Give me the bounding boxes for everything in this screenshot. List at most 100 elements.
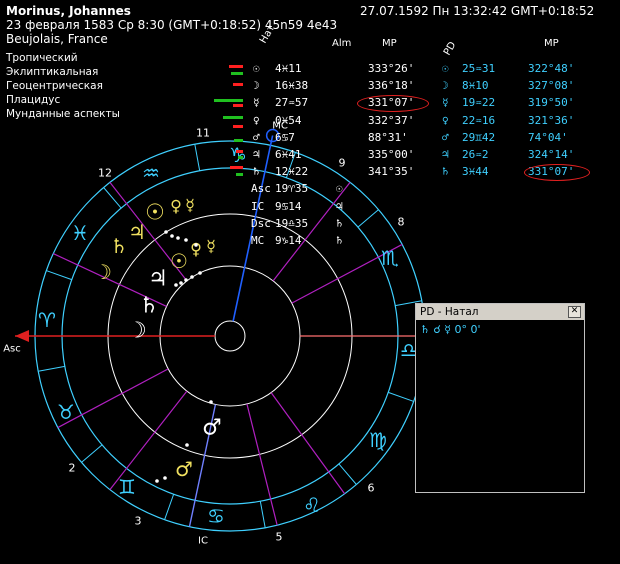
- row-position: 6♓41: [275, 148, 302, 161]
- row-position: 19♈35: [275, 182, 309, 196]
- row-pd-position: 8♓10: [462, 79, 489, 93]
- zodiac-division: [338, 463, 357, 485]
- row-mp-value: 336°18': [368, 79, 415, 93]
- row-mp-value: ♄: [336, 234, 343, 247]
- row-planet-glyph: ☽: [253, 79, 260, 93]
- row-mp-value: ☉: [336, 182, 343, 196]
- row-pd-glyph: ☉: [442, 62, 449, 75]
- zodiac-division: [388, 391, 414, 402]
- planet-dot: [155, 479, 159, 483]
- row-planet-glyph: ☿: [253, 96, 260, 110]
- strength-bar: [233, 125, 243, 128]
- row-pd-mp: 74°04': [528, 130, 568, 144]
- planet-dot: [170, 234, 174, 238]
- row-pd-glyph: ♂: [442, 130, 449, 144]
- pd-window-titlebar[interactable]: PD - Натал ✕: [416, 304, 584, 320]
- house-cusp-line: [270, 392, 346, 495]
- column-header-alm: Alm: [332, 38, 352, 49]
- house-number: 8: [398, 216, 405, 229]
- row-position: 16♓38: [275, 79, 309, 93]
- row-pd-mp: 321°36': [528, 113, 575, 127]
- row-position: 9♋14: [275, 199, 302, 213]
- planet-dot: [198, 271, 202, 275]
- planet-glyph: ♂: [175, 457, 193, 481]
- row-position: 27♒57: [275, 96, 309, 110]
- house-number: 5: [276, 531, 283, 544]
- zodiac-sign-glyph: ♓: [71, 221, 89, 245]
- row-planet-glyph: IC: [251, 199, 265, 213]
- strength-bar: [233, 104, 243, 107]
- strength-bar: [233, 83, 243, 86]
- zodiac-division: [81, 444, 103, 463]
- planet-dot: [184, 278, 188, 282]
- asc-label: Asc: [3, 344, 21, 355]
- row-mp-value: 88°31': [368, 130, 408, 144]
- row-planet-glyph: ♂: [253, 130, 260, 144]
- strength-bar: [238, 156, 243, 159]
- zodiac-division: [103, 187, 122, 209]
- planet-glyph: ☿: [206, 237, 216, 256]
- center-circle: [214, 320, 246, 352]
- house-number: 12: [98, 167, 112, 180]
- zodiac-division: [46, 270, 72, 281]
- row-planet-glyph: Dsc: [251, 216, 271, 230]
- row-position: 12♓22: [275, 165, 309, 179]
- zodiac-division: [194, 144, 201, 171]
- row-pd-mp: 327°08': [528, 79, 575, 93]
- row-pd-position: 26♒2: [462, 148, 489, 161]
- house-number: 6: [368, 482, 375, 495]
- row-pd-position: 3♓44: [462, 165, 489, 179]
- highlight-oval: [357, 95, 429, 112]
- row-mp-value: 341°35': [368, 165, 415, 179]
- pd-window-title: PD - Натал: [420, 306, 479, 318]
- strength-bar: [236, 173, 243, 176]
- row-pd-position: 19♒22: [462, 96, 496, 110]
- zodiac-division: [38, 365, 65, 372]
- row-pd-mp: 319°50': [528, 96, 575, 110]
- planet-glyph: ☉: [145, 201, 165, 226]
- strength-bar: [214, 99, 243, 102]
- row-mp-value: ♃: [336, 199, 343, 213]
- planet-glyph: ♀: [190, 240, 202, 259]
- row-planet-glyph: Asc: [251, 182, 271, 196]
- row-pd-position: 29♊42: [462, 130, 496, 144]
- highlight-oval: [524, 164, 590, 181]
- planet-glyph: ☉: [170, 249, 188, 273]
- planet-glyph: ♃: [148, 267, 168, 292]
- planet-glyph: ☽: [127, 319, 147, 344]
- house-number: 9: [339, 157, 346, 170]
- strength-bar: [234, 139, 243, 142]
- planet-glyph: ♀: [170, 197, 182, 216]
- house-cusp-line: [246, 403, 278, 526]
- row-position: 4♓11: [275, 62, 302, 75]
- planet-dot: [185, 443, 189, 447]
- zodiac-sign-glyph: ♊: [118, 475, 136, 499]
- column-header-mp: MP: [382, 38, 397, 49]
- house-cusp-line: [272, 181, 351, 282]
- zodiac-division: [164, 494, 175, 520]
- row-planet-glyph: ☉: [253, 62, 260, 75]
- row-mp-value: 332°37': [368, 113, 415, 127]
- zodiac-sign-glyph: ♒: [142, 161, 160, 185]
- zodiac-division: [357, 209, 379, 228]
- zodiac-sign-glyph: ♍: [369, 428, 387, 452]
- row-planet-glyph: ♀: [253, 113, 260, 127]
- row-pd-glyph: ♃: [442, 148, 449, 161]
- ic-label: IC: [198, 536, 208, 547]
- pd-aspect-line: ♄ ☌ ☿ 0° 0': [420, 323, 481, 336]
- row-mp-value: ♄: [336, 216, 343, 230]
- planet-glyph: ♂: [202, 416, 222, 441]
- close-icon[interactable]: ✕: [568, 306, 581, 318]
- row-mp-value: 333°26': [368, 62, 415, 75]
- column-header-mp2: MP: [544, 38, 559, 49]
- planet-dot: [184, 238, 188, 242]
- pd-natal-window[interactable]: PD - Натал ✕ ♄ ☌ ☿ 0° 0': [415, 303, 585, 493]
- zodiac-sign-glyph: ♋: [207, 504, 225, 528]
- strength-bar: [229, 65, 243, 68]
- row-position: 19♎35: [275, 216, 309, 230]
- planet-dot: [190, 275, 194, 279]
- planet-glyph: ☽: [94, 260, 112, 284]
- strength-bar: [231, 72, 243, 75]
- row-planet-glyph: ♄: [253, 165, 260, 179]
- zodiac-sign-glyph: ♌: [303, 493, 321, 517]
